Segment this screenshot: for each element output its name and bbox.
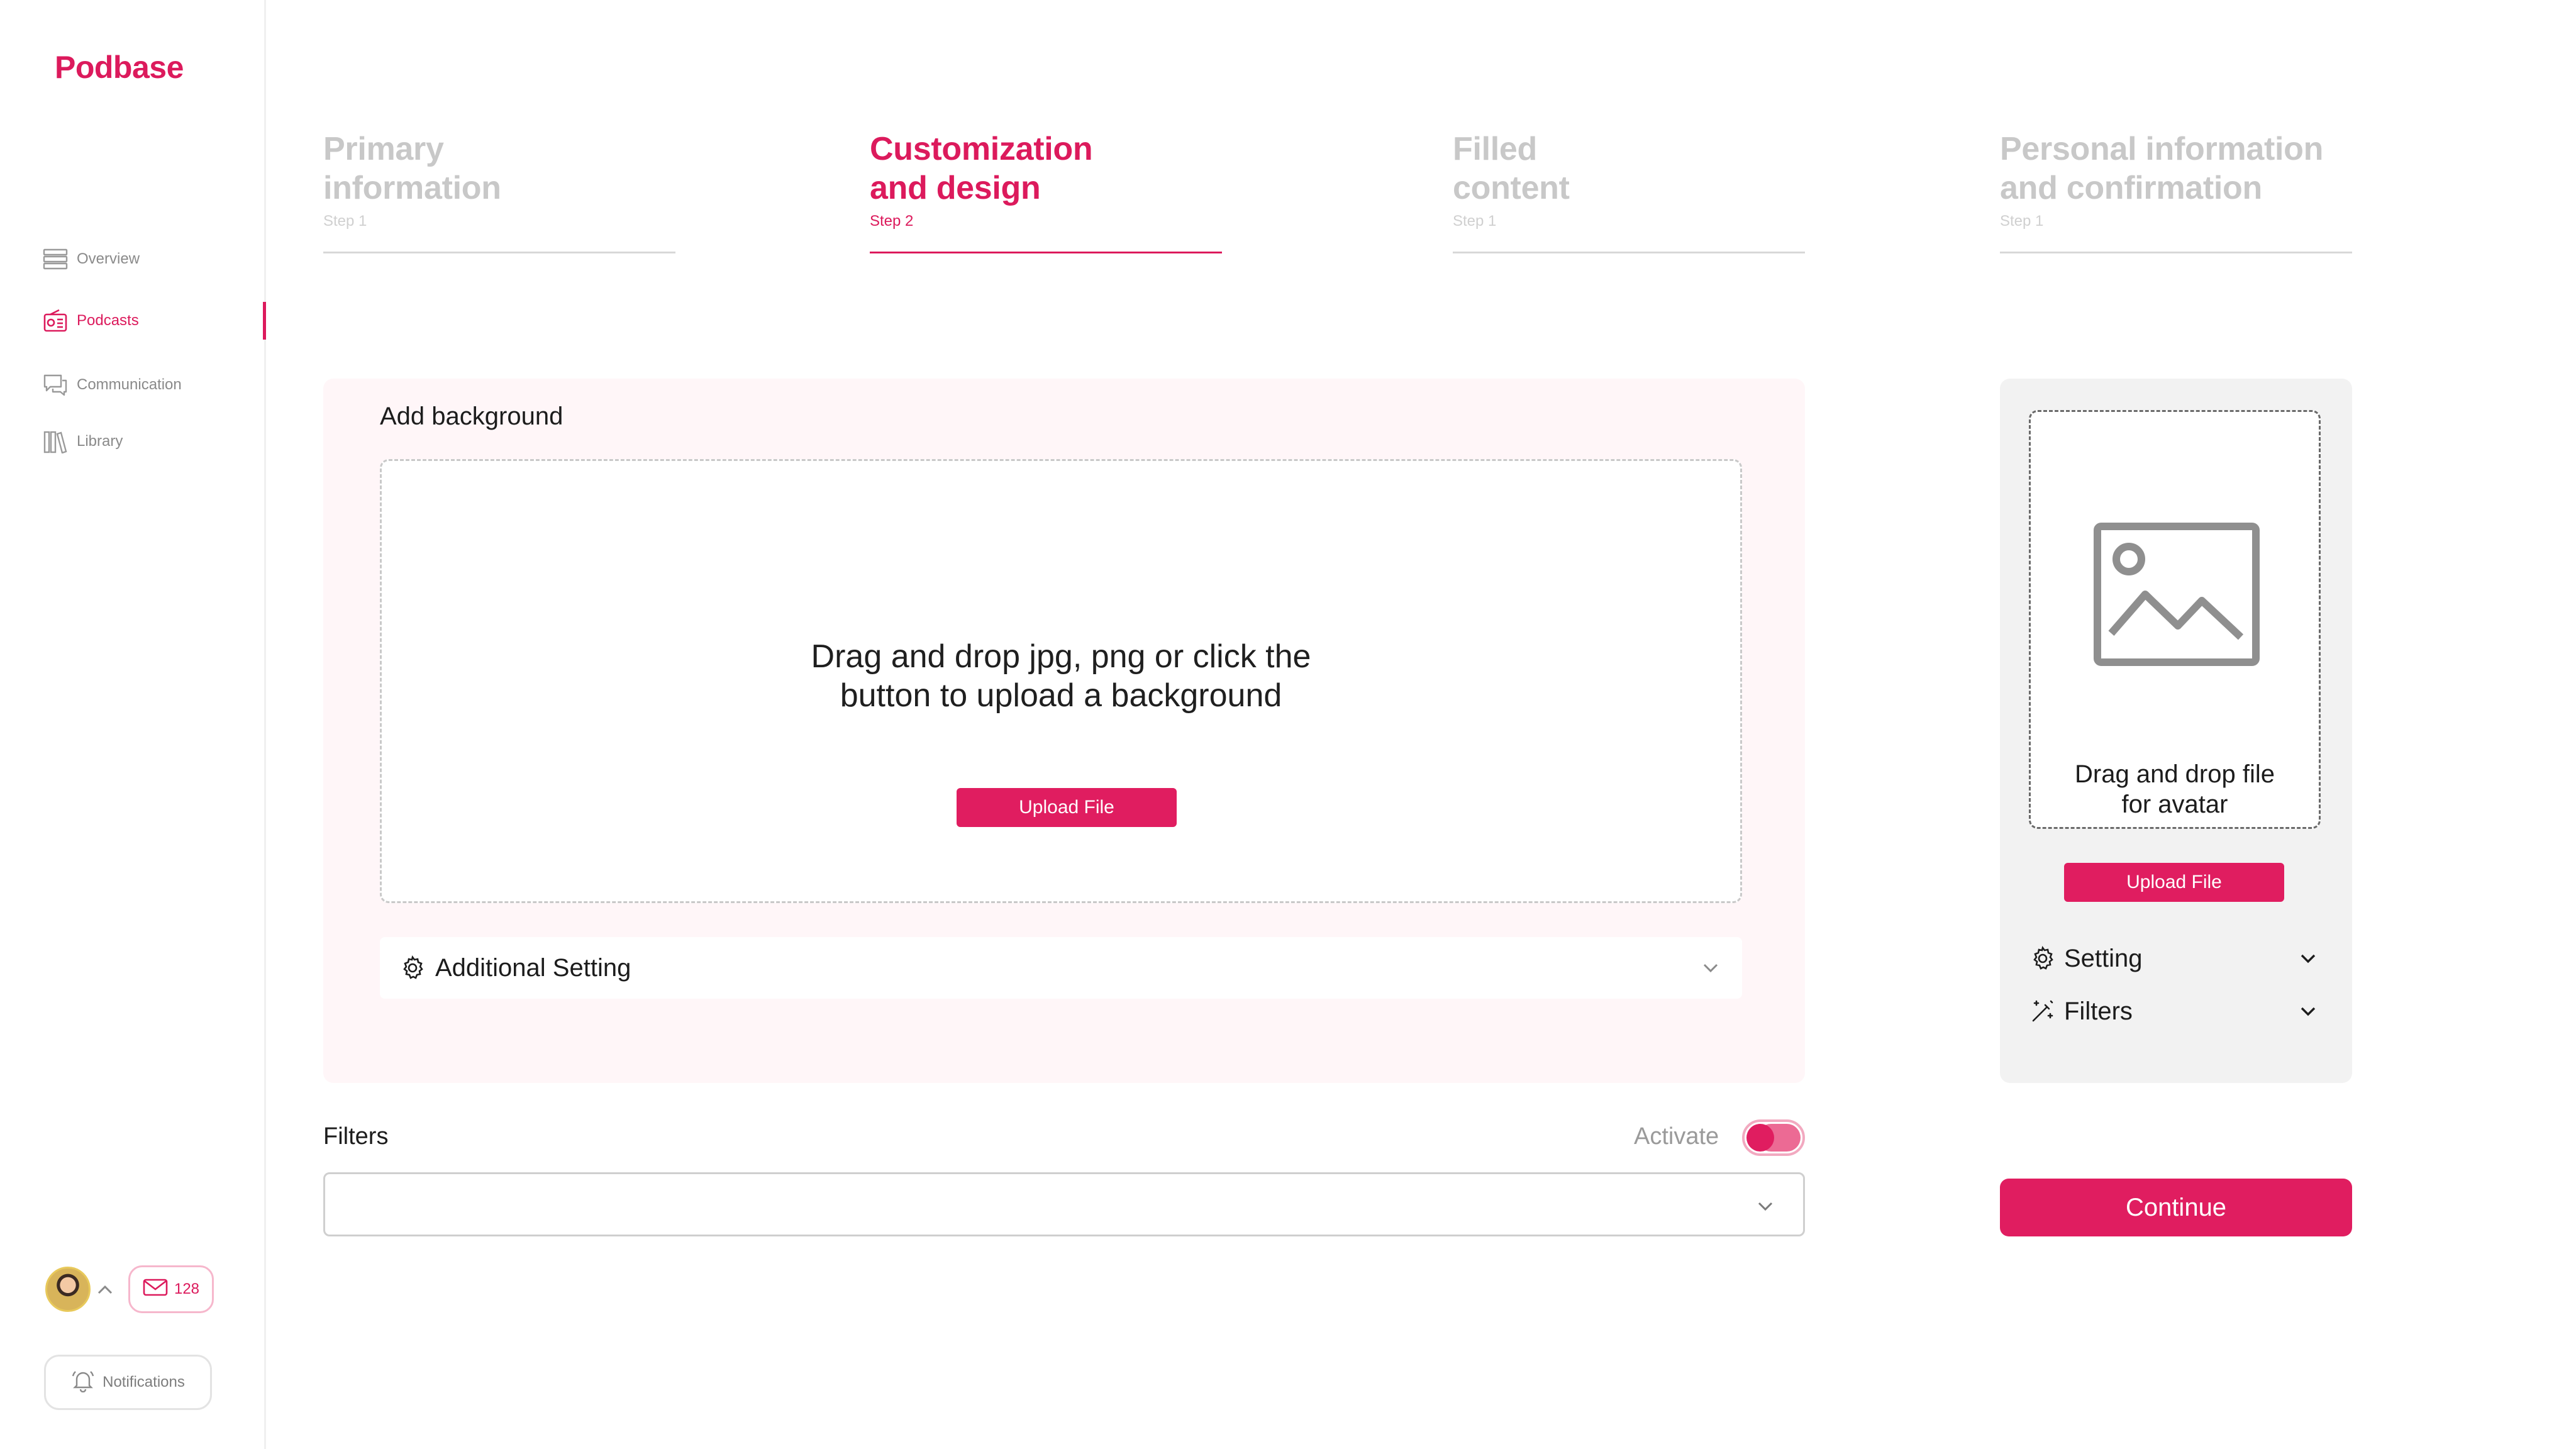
step-title-line: and confirmation xyxy=(2000,170,2262,206)
activate-label: Activate xyxy=(1634,1123,1719,1150)
step-primary-information[interactable]: Primary information Step 1 xyxy=(323,130,675,253)
app-root: Podbase Overview Podcasts Communication xyxy=(0,0,2576,1449)
mail-icon xyxy=(143,1278,168,1301)
avatar-panel: Drag and drop file for avatar Upload Fil… xyxy=(2000,379,2352,1083)
sidebar: Podbase Overview Podcasts Communication xyxy=(0,0,266,1449)
step-title: Primary information xyxy=(323,130,675,208)
step-title-line: and design xyxy=(870,170,1041,206)
avatar-dropzone[interactable]: Drag and drop file for avatar xyxy=(2029,410,2321,829)
step-filled-content[interactable]: Filled content Step 1 xyxy=(1453,130,1805,253)
avatar-dropzone-line: for avatar xyxy=(2121,791,2228,818)
chevron-down-icon xyxy=(1753,1194,1778,1219)
sidebar-item-label: Podcasts xyxy=(77,312,139,329)
step-underline xyxy=(1453,252,1805,253)
step-title-line: Customization xyxy=(870,131,1093,167)
step-title-line: Primary xyxy=(323,131,444,167)
upload-background-button[interactable]: Upload File xyxy=(957,788,1177,827)
step-title-line: information xyxy=(323,170,501,206)
avatar-dropzone-text: Drag and drop file for avatar xyxy=(2031,759,2319,819)
step-personal-information[interactable]: Personal information and confirmation St… xyxy=(2000,130,2352,253)
avatar-filters-accordion[interactable]: Filters xyxy=(2029,994,2321,1029)
image-placeholder-icon xyxy=(2094,523,2260,666)
sidebar-item-overview[interactable]: Overview xyxy=(43,244,266,274)
background-dropzone[interactable]: Drag and drop jpg, png or click the butt… xyxy=(380,459,1742,903)
continue-button[interactable]: Continue xyxy=(2000,1179,2352,1236)
avatar-dropzone-line: Drag and drop file xyxy=(2075,760,2275,788)
notifications-button[interactable]: Notifications xyxy=(44,1355,212,1410)
dropzone-text-line: button to upload a background xyxy=(840,677,1282,714)
step-underline xyxy=(323,252,675,253)
app-logo[interactable]: Podbase xyxy=(55,49,184,86)
sidebar-item-library[interactable]: Library xyxy=(43,426,266,457)
step-title-line: Personal information xyxy=(2000,131,2324,167)
mail-button[interactable]: 128 xyxy=(128,1265,214,1313)
sidebar-item-communication[interactable]: Communication xyxy=(43,370,266,400)
step-underline xyxy=(2000,252,2352,253)
step-customization-design[interactable]: Customization and design Step 2 xyxy=(870,130,1222,253)
mail-count: 128 xyxy=(174,1280,200,1297)
step-number: Step 2 xyxy=(870,213,914,230)
background-panel-title: Add background xyxy=(380,402,564,430)
activate-toggle[interactable] xyxy=(1742,1119,1805,1156)
step-title: Filled content xyxy=(1453,130,1805,208)
user-row: 128 xyxy=(45,1265,214,1313)
additional-setting-accordion[interactable]: Additional Setting xyxy=(380,937,1742,999)
radio-icon xyxy=(43,308,68,333)
chevron-down-icon xyxy=(1698,955,1723,980)
library-icon xyxy=(43,429,68,454)
chevron-up-icon[interactable] xyxy=(94,1279,116,1300)
step-number: Step 1 xyxy=(1453,213,1497,230)
step-number: Step 1 xyxy=(2000,213,2044,230)
avatar[interactable] xyxy=(45,1267,91,1312)
background-panel: Add background Drag and drop jpg, png or… xyxy=(323,379,1805,1083)
chevron-down-icon xyxy=(2296,946,2321,971)
gear-icon xyxy=(2029,945,2057,972)
step-underline xyxy=(870,252,1222,253)
step-title: Customization and design xyxy=(870,130,1222,208)
step-number: Step 1 xyxy=(323,213,367,230)
notifications-label: Notifications xyxy=(103,1374,185,1391)
chat-icon xyxy=(43,372,68,397)
step-title-line: content xyxy=(1453,170,1570,206)
dropzone-instructions: Drag and drop jpg, png or click the butt… xyxy=(382,637,1740,715)
active-nav-indicator xyxy=(263,302,266,340)
avatar-setting-accordion[interactable]: Setting xyxy=(2029,941,2321,976)
gear-icon xyxy=(399,954,426,982)
step-title-line: Filled xyxy=(1453,131,1537,167)
toggle-knob xyxy=(1746,1124,1774,1152)
chevron-down-icon xyxy=(2296,999,2321,1024)
magic-wand-icon xyxy=(2029,997,2057,1025)
sidebar-item-label: Library xyxy=(77,433,123,450)
list-icon xyxy=(43,247,68,272)
filters-label: Filters xyxy=(323,1123,389,1150)
avatar-setting-label: Setting xyxy=(2064,944,2143,972)
filters-select[interactable] xyxy=(323,1172,1805,1236)
upload-avatar-button[interactable]: Upload File xyxy=(2064,863,2284,902)
sidebar-item-label: Overview xyxy=(77,250,140,267)
sidebar-item-podcasts[interactable]: Podcasts xyxy=(43,306,266,336)
sidebar-item-label: Communication xyxy=(77,376,182,393)
dropzone-text-line: Drag and drop jpg, png or click the xyxy=(811,638,1311,675)
additional-setting-label: Additional Setting xyxy=(435,953,631,982)
step-title: Personal information and confirmation xyxy=(2000,130,2352,208)
avatar-filters-label: Filters xyxy=(2064,997,2133,1025)
bell-icon xyxy=(71,1368,95,1397)
